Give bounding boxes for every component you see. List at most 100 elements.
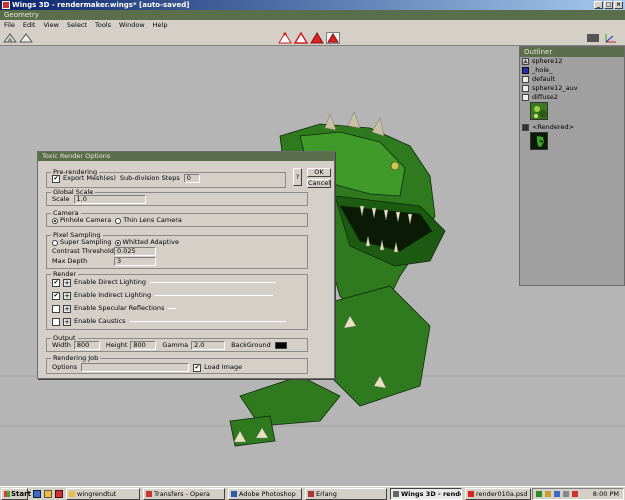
outliner-item-rendered[interactable]: <Rendered>: [520, 123, 624, 132]
max-depth-row: Max Depth 3: [52, 257, 156, 266]
indirect-lighting-label: Enable Indirect Lighting: [74, 291, 152, 299]
window-titlebar[interactable]: Wings 3D - rendermaker.wings* [auto-save…: [0, 0, 625, 10]
rendering-job-row: Options ✔ Load Image: [52, 363, 242, 372]
outliner-item-default[interactable]: default: [520, 75, 624, 84]
options-field[interactable]: [81, 363, 190, 372]
background-color-swatch[interactable]: [274, 342, 287, 349]
toolbar: [0, 30, 625, 46]
taskbar-clock[interactable]: 8:00 PM: [593, 489, 619, 499]
expand-caustics-button[interactable]: +: [63, 317, 71, 326]
subdiv-steps-label: Sub-division Steps: [119, 174, 180, 182]
expand-specular-button[interactable]: +: [63, 304, 71, 313]
export-mesh-checkbox[interactable]: ✔: [52, 174, 60, 183]
body-select-icon[interactable]: [326, 32, 340, 44]
direct-lighting-checkbox[interactable]: ✔: [52, 278, 60, 287]
outliner-item-diffuse2[interactable]: diffuse2: [520, 93, 624, 102]
super-sampling-label: Super Sampling: [60, 238, 112, 246]
maximize-button[interactable]: □: [604, 1, 613, 9]
tray-network-icon[interactable]: [536, 491, 542, 497]
taskbar-item-label: wingrendtut: [77, 490, 117, 498]
menu-help[interactable]: Help: [153, 20, 168, 30]
material-icon: [522, 76, 529, 83]
ok-button[interactable]: OK: [307, 168, 331, 177]
quick-launch-opera-icon[interactable]: [55, 490, 63, 498]
menu-select[interactable]: Select: [67, 20, 87, 30]
scale-field[interactable]: 1.0: [73, 195, 146, 204]
height-field[interactable]: 800: [130, 341, 157, 350]
tray-volume-icon[interactable]: [545, 491, 551, 497]
diffuse2-texture-thumbnail[interactable]: [530, 102, 548, 120]
tray-security-icon[interactable]: [572, 491, 578, 497]
expand-direct-lighting-button[interactable]: +: [63, 278, 71, 287]
outliner-item-sphere12[interactable]: sphere12: [520, 57, 624, 66]
options-label: Options: [52, 363, 78, 371]
view-mode-icon[interactable]: [586, 32, 600, 44]
pinhole-camera-radio[interactable]: [52, 217, 58, 224]
menu-window[interactable]: Window: [119, 20, 145, 30]
gamma-field[interactable]: 2.0: [191, 341, 226, 350]
taskbar-item-irfanview[interactable]: render010a.psd - IrfanVi...: [465, 488, 531, 500]
taskbar-item-photoshop[interactable]: Adobe Photoshop: [228, 488, 302, 500]
outliner-item-hole[interactable]: _hole_: [520, 66, 624, 75]
group-title: Rendering Job: [51, 354, 101, 362]
menu-view[interactable]: View: [43, 20, 58, 30]
face-select-icon[interactable]: [310, 32, 324, 44]
contrast-threshold-field[interactable]: 0.025: [114, 247, 156, 256]
toxic-render-options-dialog: Toxic Render Options ? OK Cancel Pre-ren…: [37, 151, 335, 379]
edge-select-icon[interactable]: [294, 32, 308, 44]
taskbar-item-wingrendtut[interactable]: wingrendtut: [66, 488, 140, 500]
outliner-item-label: sphere12: [532, 57, 563, 65]
close-button[interactable]: ×: [614, 1, 623, 9]
undo-icon[interactable]: [3, 32, 17, 44]
render-item-specular: + Enable Specular Reflections: [52, 304, 177, 313]
help-button[interactable]: ?: [293, 168, 302, 186]
quick-launch-desktop-icon[interactable]: [33, 490, 41, 498]
menu-edit[interactable]: Edit: [23, 20, 36, 30]
tray-monitor-icon[interactable]: [563, 491, 569, 497]
whitted-adaptive-radio[interactable]: [114, 239, 121, 246]
start-button[interactable]: Start: [1, 488, 31, 500]
indirect-lighting-checkbox[interactable]: ✔: [52, 291, 60, 300]
outliner-item-sphere12-auv[interactable]: sphere12_auv: [520, 84, 624, 93]
width-field[interactable]: 800: [73, 341, 100, 350]
outliner-item-label: <Rendered>: [532, 123, 575, 131]
thin-lens-camera-label: Thin Lens Camera: [123, 216, 182, 224]
taskbar-item-erlang[interactable]: Erlang: [305, 488, 387, 500]
taskbar-item-opera[interactable]: Transfers - Opera: [143, 488, 225, 500]
max-depth-field[interactable]: 3: [114, 257, 156, 266]
taskbar-item-label: Erlang: [316, 490, 337, 498]
tray-app-icon[interactable]: [554, 491, 560, 497]
wings-app-icon[interactable]: [2, 1, 10, 9]
taskbar-item-label: Transfers - Opera: [154, 490, 210, 498]
thin-lens-camera-radio[interactable]: [115, 217, 122, 224]
output-row: Width 800 Height 800 Gamma 2.0 BackGroun…: [52, 341, 287, 350]
specular-reflections-checkbox[interactable]: [52, 304, 60, 313]
super-sampling-radio[interactable]: [52, 239, 58, 246]
redo-icon[interactable]: [19, 32, 33, 44]
minimize-button[interactable]: _: [594, 1, 603, 9]
rendered-image-thumbnail[interactable]: [530, 132, 548, 150]
cancel-button[interactable]: Cancel: [307, 179, 331, 188]
menu-file[interactable]: File: [4, 20, 15, 30]
vertex-select-icon[interactable]: [278, 32, 292, 44]
window-controls: _ □ ×: [594, 1, 623, 9]
taskbar-item-wings3d[interactable]: Wings 3D - rendermak...: [390, 488, 462, 500]
caustics-checkbox[interactable]: [52, 317, 60, 326]
subdiv-steps-field[interactable]: 0: [183, 174, 200, 183]
image-icon: [522, 124, 529, 131]
divider: [150, 282, 277, 283]
group-title: Render: [51, 270, 79, 278]
folder-icon: [69, 491, 75, 497]
expand-indirect-lighting-button[interactable]: +: [63, 291, 71, 300]
outliner-item-label: diffuse2: [532, 93, 559, 101]
sampling-mode-row: Super Sampling Whitted Adaptive: [52, 238, 179, 247]
quick-launch-folder-icon[interactable]: [44, 490, 52, 498]
menu-tools[interactable]: Tools: [95, 20, 111, 30]
outliner-title[interactable]: Outliner: [520, 47, 624, 57]
outliner-item-label: sphere12_auv: [532, 84, 578, 92]
axes-icon[interactable]: [604, 32, 618, 44]
render-item-indirect-lighting: ✔ + Enable Indirect Lighting: [52, 291, 274, 300]
texture-thumbnail-image: [531, 103, 547, 119]
load-image-checkbox[interactable]: ✔: [193, 363, 202, 372]
dialog-title[interactable]: Toxic Render Options: [38, 152, 334, 161]
